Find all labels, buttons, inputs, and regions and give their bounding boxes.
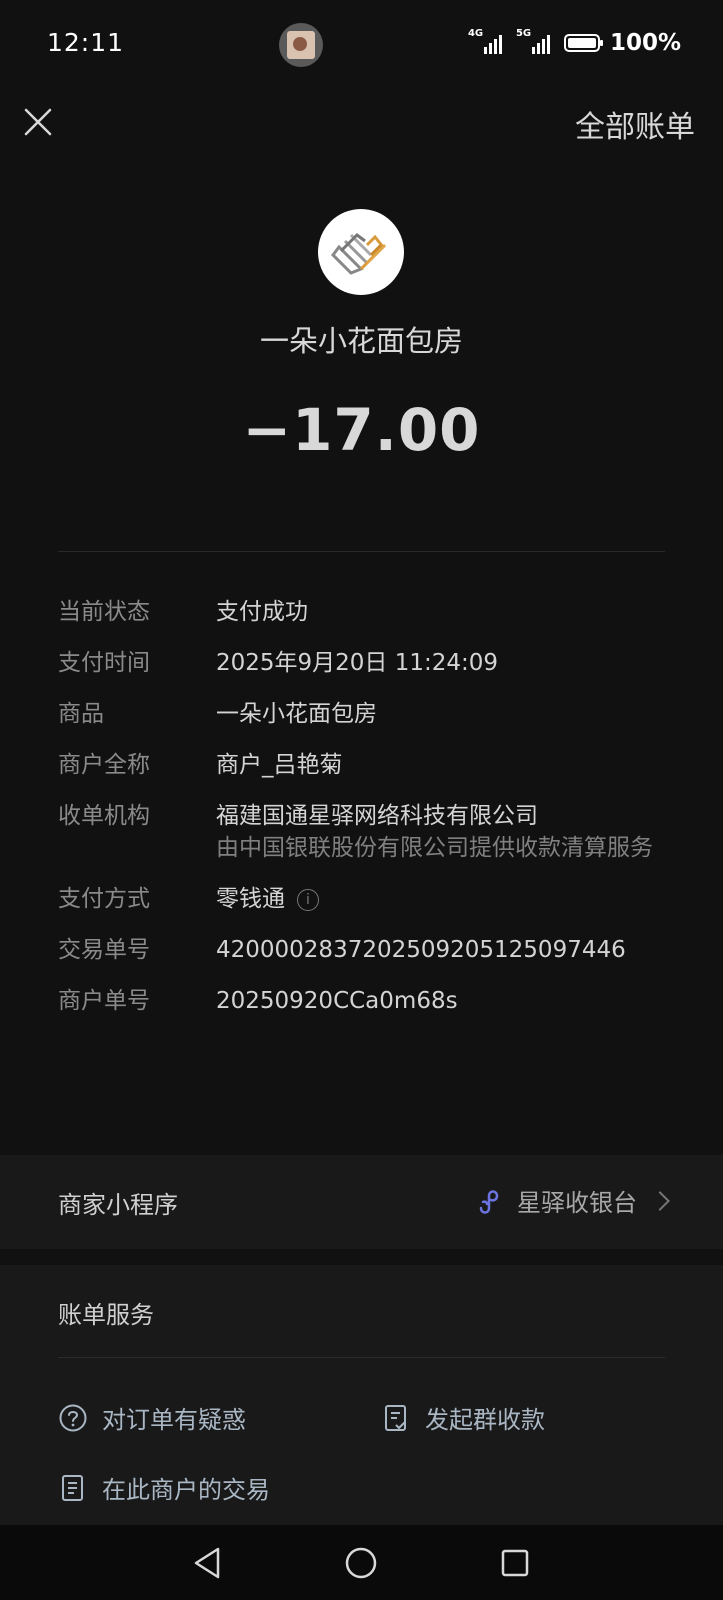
detail-row-merchant-no: 商户单号 20250920CCa0m68s — [58, 985, 665, 1017]
mini-program-link[interactable]: 星驿收银台 — [475, 1183, 670, 1218]
battery-icon — [563, 34, 603, 52]
payment-details: 当前状态 支付成功 支付时间 2025年9月20日 11:24:09 商品 一朵… — [58, 596, 665, 1036]
question-order-button[interactable]: 对订单有疑惑 — [58, 1400, 246, 1435]
detail-row-acquirer: 收单机构 福建国通星驿网络科技有限公司 由中国银联股份有限公司提供收款清算服务 — [58, 800, 665, 864]
detail-row-trade-no: 交易单号 4200002837202509205125097446 — [58, 934, 665, 966]
detail-value[interactable]: 20250920CCa0m68s — [216, 985, 665, 1017]
bill-service-title: 账单服务 — [58, 1301, 154, 1329]
merchant-logo-icon — [318, 209, 404, 295]
all-bills-link[interactable]: 全部账单 — [575, 102, 695, 146]
merchant-name: 一朵小花面包房 — [259, 324, 463, 358]
close-icon[interactable] — [20, 104, 56, 140]
detail-label: 收单机构 — [58, 803, 150, 829]
detail-label: 商户全称 — [58, 752, 150, 778]
chevron-right-icon — [650, 1190, 670, 1211]
service-label: 在此商户的交易 — [102, 1476, 270, 1504]
bill-service-section: 账单服务 对订单有疑惑 发起群收款 在此商户的交易 — [0, 1265, 723, 1525]
system-nav-bar — [0, 1525, 723, 1600]
acquirer-note: 由中国银联股份有限公司提供收款清算服务 — [216, 835, 653, 861]
battery-level: 100% — [609, 30, 681, 56]
detail-value: 2025年9月20日 11:24:09 — [216, 650, 499, 676]
detail-label: 当前状态 — [58, 599, 150, 625]
detail-row-status: 当前状态 支付成功 — [58, 596, 665, 628]
detail-value[interactable]: 4200002837202509205125097446 — [216, 934, 665, 966]
notification-avatar-icon — [279, 23, 323, 67]
detail-value: 一朵小花面包房 — [216, 701, 377, 727]
signal-4g-icon: 4G — [468, 28, 502, 54]
divider — [58, 551, 665, 552]
status-time: 12:11 — [47, 28, 125, 57]
recents-nav-icon[interactable] — [495, 1543, 535, 1583]
merchant-transactions-button[interactable]: 在此商户的交易 — [58, 1470, 270, 1505]
detail-label: 商户单号 — [58, 988, 150, 1014]
group-collect-button[interactable]: 发起群收款 — [381, 1400, 545, 1435]
detail-value: 支付成功 — [216, 599, 308, 625]
group-collect-icon — [385, 1404, 406, 1431]
info-icon[interactable]: i — [297, 888, 319, 911]
detail-row-merchant-full: 商户全称 商户_吕艳菊 — [58, 749, 665, 781]
mini-program-label: 商家小程序 — [58, 1191, 178, 1219]
detail-value: 零钱通 i — [216, 883, 665, 915]
acquirer-name: 福建国通星驿网络科技有限公司 — [216, 803, 538, 829]
detail-label: 支付时间 — [58, 650, 150, 676]
question-icon — [59, 1404, 87, 1431]
mini-program-name: 星驿收银台 — [517, 1189, 637, 1217]
service-label: 对订单有疑惑 — [102, 1406, 246, 1434]
detail-row-time: 支付时间 2025年9月20日 11:24:09 — [58, 647, 665, 679]
detail-value: 福建国通星驿网络科技有限公司 由中国银联股份有限公司提供收款清算服务 — [216, 800, 665, 864]
detail-label: 交易单号 — [58, 937, 150, 963]
detail-value: 商户_吕艳菊 — [216, 752, 343, 778]
payment-amount: −17.00 — [242, 396, 481, 464]
document-icon — [62, 1474, 83, 1501]
service-label: 发起群收款 — [425, 1406, 545, 1434]
detail-row-goods: 商品 一朵小花面包房 — [58, 698, 665, 730]
divider — [58, 1357, 665, 1358]
bill-detail-page: 12:11 4G 5G 100% 全部账单 一朵小花面包房 −17.00 当前状… — [0, 0, 723, 1600]
back-nav-icon[interactable] — [188, 1543, 228, 1583]
detail-label: 支付方式 — [58, 886, 150, 912]
mini-program-section[interactable]: 商家小程序 星驿收银台 — [0, 1155, 723, 1249]
pay-method-value: 零钱通 — [216, 886, 285, 912]
status-bar: 12:11 4G 5G 100% — [0, 0, 723, 92]
detail-label: 商品 — [58, 701, 104, 727]
home-nav-icon[interactable] — [341, 1543, 381, 1583]
mini-program-icon — [479, 1189, 499, 1214]
detail-row-pay-method: 支付方式 零钱通 i — [58, 883, 665, 915]
signal-5g-icon: 5G — [516, 28, 550, 54]
status-icons: 4G 5G 100% — [468, 28, 681, 56]
